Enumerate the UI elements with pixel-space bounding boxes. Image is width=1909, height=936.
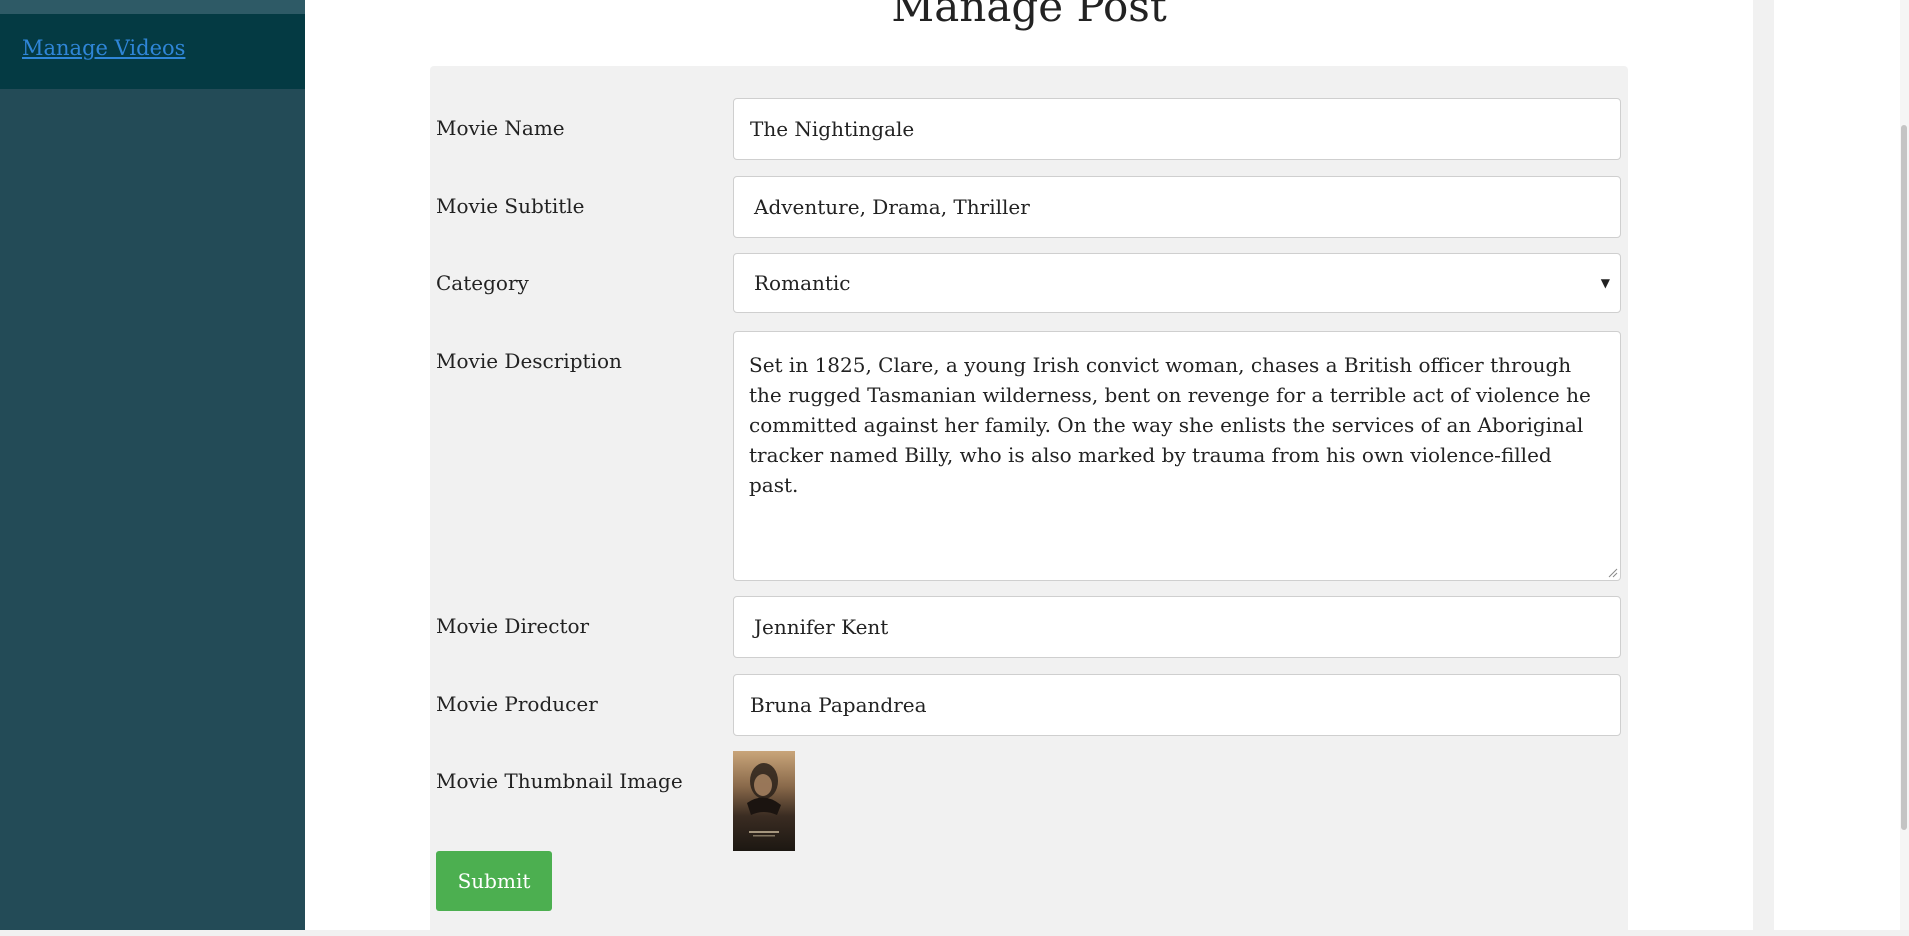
movie-subtitle-label: Movie Subtitle xyxy=(436,194,585,218)
movie-name-input[interactable]: The Nightingale xyxy=(733,98,1621,160)
caret-down-icon: ▼ xyxy=(1600,276,1610,290)
sidebar-item-manage-videos[interactable]: Manage Videos xyxy=(0,14,305,89)
movie-subtitle-input[interactable]: Adventure, Drama, Thriller xyxy=(733,176,1621,238)
movie-thumbnail-image xyxy=(733,751,795,851)
movie-name-label: Movie Name xyxy=(436,116,565,140)
category-select[interactable]: Romantic ▼ xyxy=(733,253,1621,313)
page-scrollbar-thumb[interactable] xyxy=(1901,125,1907,830)
movie-producer-input[interactable]: Bruna Papandrea xyxy=(733,674,1621,736)
movie-director-input[interactable]: Jennifer Kent xyxy=(733,596,1621,658)
movie-thumbnail-label: Movie Thumbnail Image xyxy=(436,769,683,793)
right-gutter xyxy=(1753,0,1774,930)
sidebar-link-manage-videos[interactable]: Manage Videos xyxy=(22,36,185,60)
movie-description-textarea[interactable]: Set in 1825, Clare, a young Irish convic… xyxy=(733,331,1621,581)
sidebar-top-strip xyxy=(0,0,305,14)
sidebar: Manage Videos xyxy=(0,0,305,930)
movie-description-label: Movie Description xyxy=(436,349,622,373)
movie-director-label: Movie Director xyxy=(436,614,590,638)
resize-grip-icon[interactable] xyxy=(1608,568,1618,578)
right-margin xyxy=(1774,0,1900,930)
movie-producer-label: Movie Producer xyxy=(436,692,598,716)
movie-description-text: Set in 1825, Clare, a young Irish convic… xyxy=(749,353,1591,497)
category-selected-value: Romantic xyxy=(754,271,851,295)
page-title: Manage Post xyxy=(891,0,1167,31)
poster-artwork xyxy=(747,763,781,837)
submit-button[interactable]: Submit xyxy=(436,851,552,911)
category-label: Category xyxy=(436,271,529,295)
